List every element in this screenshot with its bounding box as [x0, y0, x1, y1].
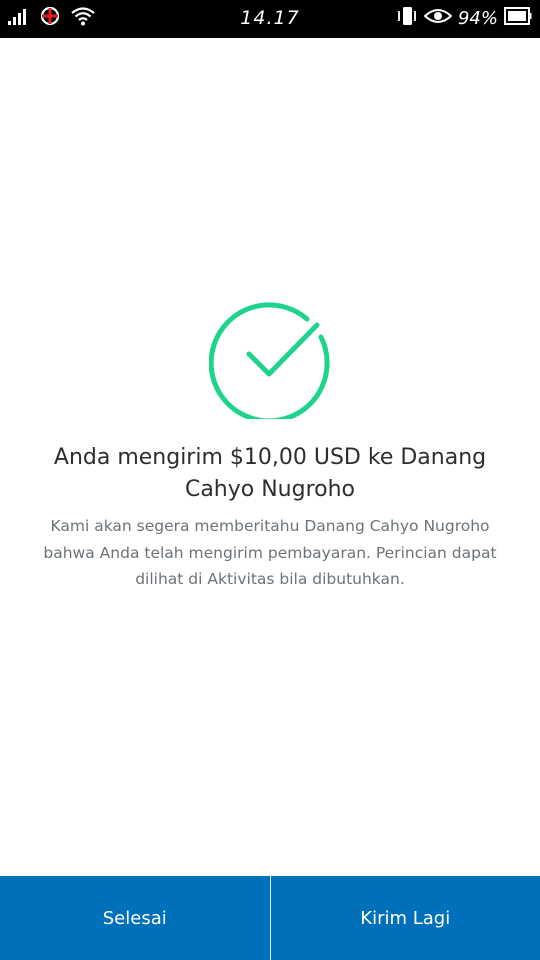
battery-icon	[504, 7, 532, 29]
eye-icon	[423, 6, 453, 30]
check-circle-icon	[208, 297, 331, 424]
action-bar: Selesai Kirim Lagi	[0, 876, 540, 960]
status-right: 94%	[396, 5, 532, 31]
send-again-button[interactable]: Kirim Lagi	[270, 876, 540, 960]
payment-success-screen: 14.17 94% Anda mengirim $10,00 USD ke Da…	[0, 0, 540, 960]
confirmation-message: Kami akan segera memberitahu Danang Cahy…	[43, 517, 497, 588]
confirmation-title: Anda mengirim $10,00 USD ke Danang Cahyo…	[53, 445, 487, 502]
battery-percent: 94%	[457, 7, 498, 29]
vibrate-icon	[396, 5, 418, 31]
done-button[interactable]: Selesai	[0, 876, 270, 960]
status-bar: 14.17 94%	[0, 0, 540, 38]
